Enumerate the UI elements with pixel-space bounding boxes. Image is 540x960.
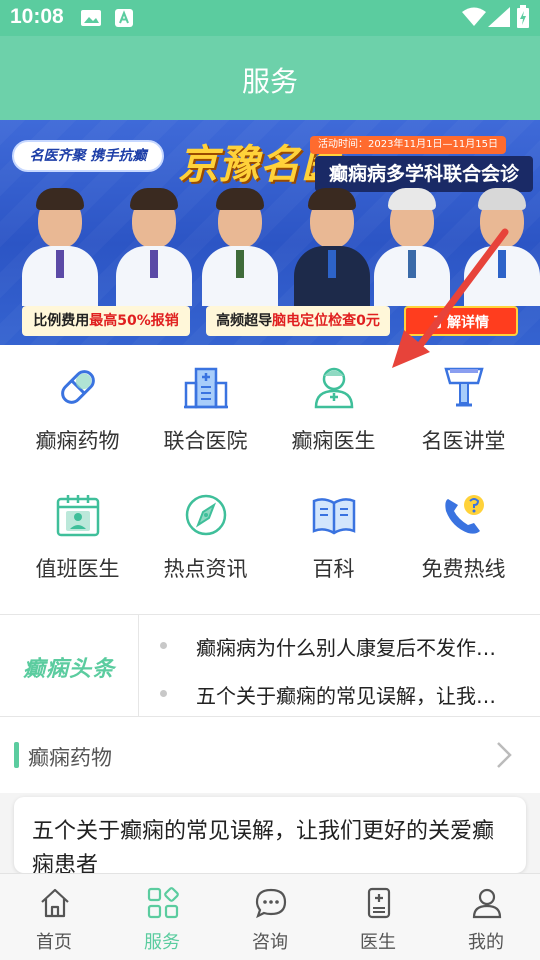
promo-eeg: 高频超导脑电定位检查0元: [206, 306, 390, 336]
doctor-photo: [290, 188, 374, 306]
nav-label: 首页: [36, 932, 72, 953]
banner-doctors-photo: [0, 178, 540, 306]
services-grid-icon: [146, 886, 180, 920]
doctor-icon: [310, 363, 358, 411]
grid-item-label: 癫痫药物: [35, 429, 120, 453]
grid-item-label: 名医讲堂: [421, 429, 506, 453]
wifi-icon: [462, 7, 486, 31]
promo-banner[interactable]: 名医齐聚 携手抗癫 京豫名医 活动时间：2023年11月1日—11月15日 癫痫…: [0, 120, 540, 345]
doctor-photo: [112, 188, 196, 306]
bullet-dot: [160, 642, 167, 649]
nav-label: 我的: [468, 932, 504, 953]
nav-label: 医生: [360, 932, 396, 953]
learn-more-button[interactable]: 了解详情: [404, 306, 518, 336]
lectern-icon: [440, 363, 488, 411]
grid-item-hot-news[interactable]: 热点资讯: [138, 473, 273, 603]
grid-item-encyclopedia[interactable]: 百科: [266, 473, 401, 603]
promo-reimbursement-prefix: 比例费用: [33, 313, 90, 329]
banner-tag: 名医齐聚 携手抗癫: [12, 140, 164, 172]
hospital-icon: [182, 363, 230, 411]
doctor-photo: [18, 188, 102, 306]
pill-capsule-icon: [54, 363, 102, 411]
status-bar: 10:08: [0, 0, 540, 36]
bottom-nav: 首页 服务 咨询 医生 我的: [0, 873, 540, 960]
banner-activity-time: 活动时间：2023年11月1日—11月15日: [310, 136, 506, 154]
bullet-dot: [160, 690, 167, 697]
doctor-photo: [460, 188, 540, 306]
headline-ticker: 癫痫头条 癫痫病为什么别人康复后不发作… 五个关于癫痫的常见误解，让我…: [0, 615, 540, 717]
user-icon: [470, 886, 504, 920]
services-grid: 癫痫药物 联合医院 癫痫医生 名医讲堂 值班医生 热点资讯 百科 免费热线: [0, 345, 540, 613]
grid-item-label: 免费热线: [421, 557, 506, 581]
grid-item-free-hotline[interactable]: 免费热线: [396, 473, 531, 603]
nav-doctor[interactable]: 医生: [324, 874, 432, 960]
promo-reimbursement-highlight: 最高50%报销: [89, 313, 179, 329]
home-icon: [38, 886, 72, 920]
status-time: 10:08: [10, 5, 64, 28]
battery-icon: [516, 5, 530, 33]
promo-eeg-highlight: 脑电定位检查0元: [272, 313, 380, 329]
nav-label: 咨询: [252, 932, 288, 953]
doctor-photo: [370, 188, 454, 306]
section-title: 癫痫药物: [28, 746, 112, 770]
grid-item-label: 癫痫医生: [291, 429, 376, 453]
section-header-epilepsy-drugs[interactable]: 癫痫药物: [0, 717, 540, 793]
a-notification-icon: [114, 8, 134, 32]
grid-item-label: 联合医院: [163, 429, 248, 453]
open-book-icon: [310, 491, 358, 539]
headline-logo: 癫痫头条: [0, 615, 139, 717]
duty-calendar-icon: [54, 491, 102, 539]
nav-consult[interactable]: 咨询: [216, 874, 324, 960]
image-icon: [80, 8, 102, 32]
grid-item-epilepsy-drugs[interactable]: 癫痫药物: [10, 345, 145, 475]
doctor-badge-icon: [362, 886, 396, 920]
phone-call-icon: [440, 491, 488, 539]
headline-item-text: 五个关于癫痫的常见误解，让我…: [196, 684, 496, 708]
promo-eeg-prefix: 高频超导: [216, 313, 273, 329]
signal-icon: [488, 7, 510, 31]
chevron-right-icon[interactable]: [492, 739, 516, 771]
headline-logo-text: 癫痫头条: [22, 657, 115, 682]
grid-item-label: 百科: [312, 557, 355, 581]
headline-item-text: 癫痫病为什么别人康复后不发作…: [196, 636, 496, 660]
nav-mine[interactable]: 我的: [432, 874, 540, 960]
article-title: 五个关于癫痫的常见误解，让我们更好的关爱癫痫患者: [32, 819, 495, 873]
promo-reimbursement: 比例费用最高50%报销: [22, 306, 190, 336]
nav-home[interactable]: 首页: [0, 874, 108, 960]
page-title: 服务: [241, 65, 298, 98]
grid-item-expert-lectures[interactable]: 名医讲堂: [396, 345, 531, 475]
chat-bubble-icon: [254, 886, 288, 920]
grid-item-label: 热点资讯: [163, 557, 248, 581]
doctor-photo: [198, 188, 282, 306]
article-card[interactable]: 五个关于癫痫的常见误解，让我们更好的关爱癫痫患者: [14, 797, 526, 873]
nav-label: 服务: [144, 932, 180, 953]
headline-item[interactable]: 癫痫病为什么别人康复后不发作…: [160, 626, 520, 666]
nav-services[interactable]: 服务: [108, 874, 216, 960]
headline-item[interactable]: 五个关于癫痫的常见误解，让我…: [160, 674, 520, 714]
grid-item-duty-doctor[interactable]: 值班医生: [10, 473, 145, 603]
section-accent-bar: [14, 742, 19, 768]
app-header: 服务: [0, 36, 540, 120]
compass-icon: [182, 491, 230, 539]
grid-item-label: 值班医生: [35, 557, 120, 581]
grid-item-hospitals[interactable]: 联合医院: [138, 345, 273, 475]
grid-item-epilepsy-doctors[interactable]: 癫痫医生: [266, 345, 401, 475]
